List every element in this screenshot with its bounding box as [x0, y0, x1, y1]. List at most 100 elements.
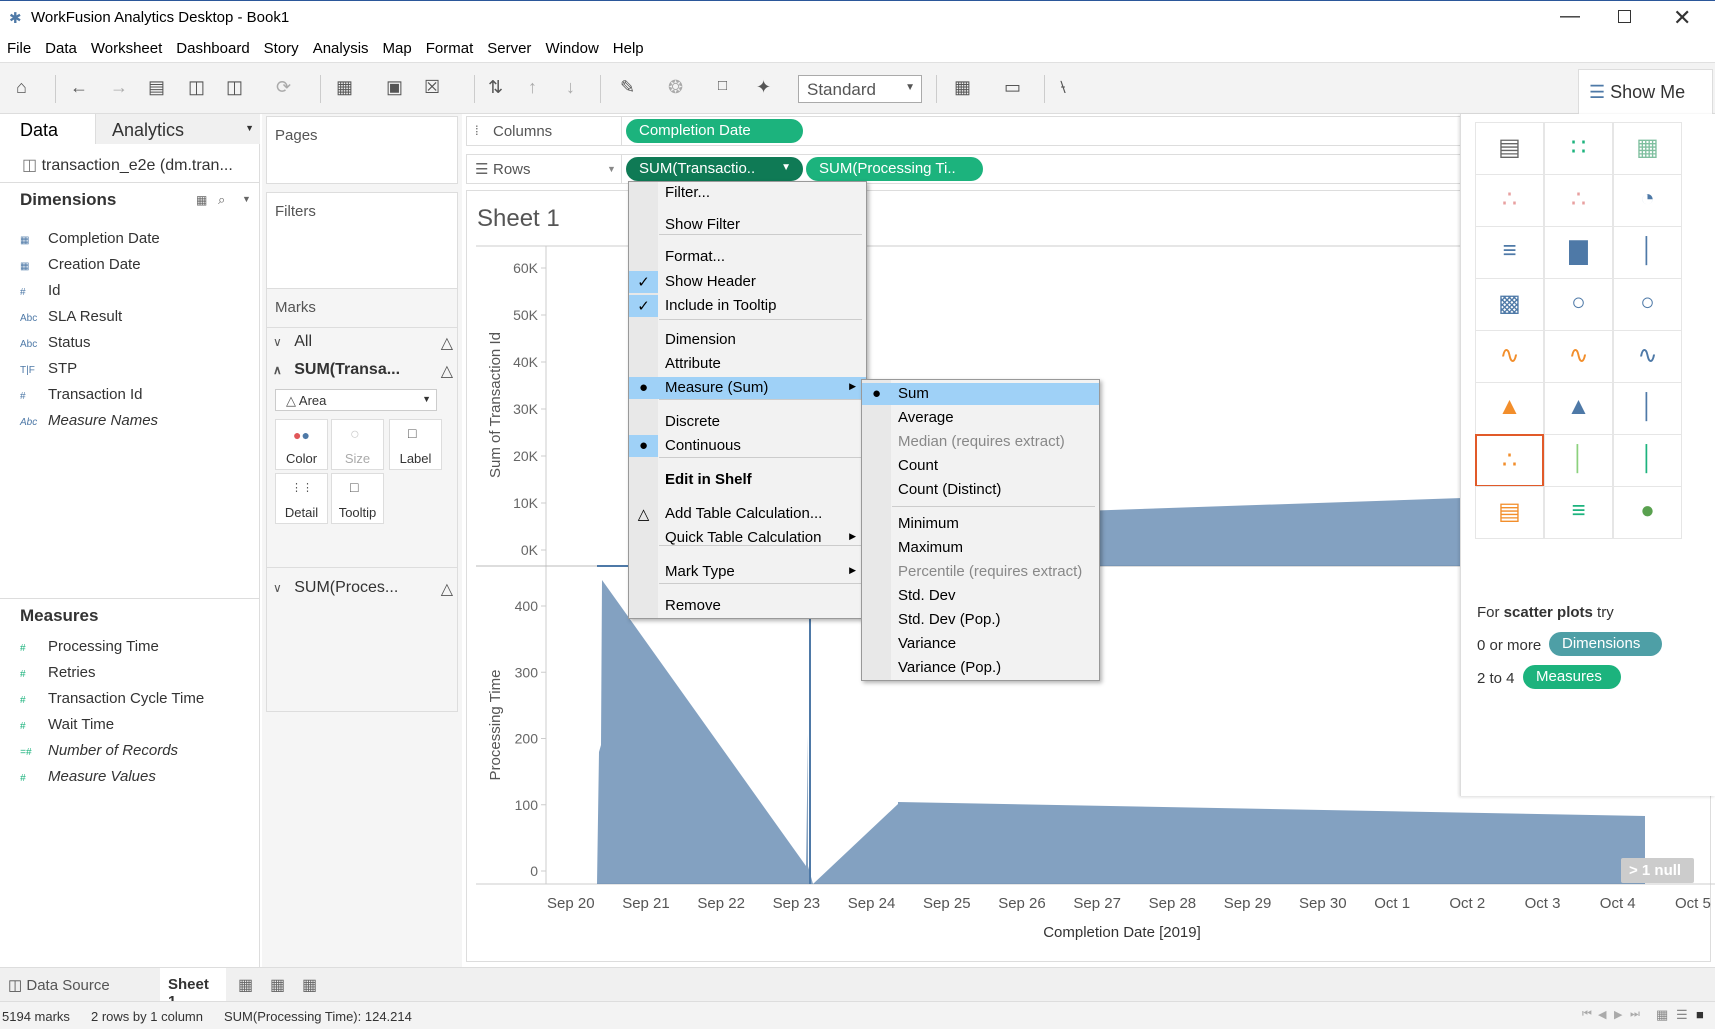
- new-story-icon[interactable]: ▦: [302, 975, 317, 995]
- y-tick-label: 200: [515, 731, 539, 747]
- chart-type-icon: ∿: [1637, 342, 1658, 369]
- submenu-item[interactable]: Std. Dev (Pop.): [862, 609, 1099, 631]
- submenu-item[interactable]: Count (Distinct): [862, 479, 1099, 501]
- menu-check-icon: ✓: [629, 271, 658, 293]
- x-tick-label: Sep 21: [622, 895, 670, 912]
- chart-type-thumbnail[interactable]: ▲: [1544, 382, 1613, 435]
- chart-type-thumbnail[interactable]: ∴: [1475, 174, 1544, 227]
- context-menu-item[interactable]: △ Add Table Calculation...: [629, 503, 866, 525]
- x-tick-label: Sep 23: [772, 895, 821, 912]
- submenu-item[interactable]: Variance: [862, 633, 1099, 655]
- x-axis-title: Completion Date [2019]: [1043, 924, 1201, 941]
- chart-type-thumbnail[interactable]: ∷: [1544, 122, 1613, 175]
- menu-check-icon: ✓: [629, 295, 658, 317]
- y-tick-label: 100: [515, 797, 539, 813]
- context-menu-item[interactable]: ● Measure (Sum) ▶: [629, 377, 866, 399]
- grid-view-icon[interactable]: ▦: [1656, 1007, 1668, 1023]
- chart-type-thumbnail[interactable]: ▇: [1544, 226, 1613, 279]
- context-menu-item[interactable]: Show Filter: [629, 214, 866, 236]
- film-view-icon[interactable]: ■: [1696, 1007, 1704, 1022]
- context-menu-item-label: Format...: [665, 248, 726, 265]
- chart-type-icon: ∴: [1501, 186, 1518, 213]
- chart-type-thumbnail[interactable]: ∿: [1544, 330, 1613, 383]
- chart-type-thumbnail[interactable]: ◔: [1613, 174, 1682, 227]
- submenu-item[interactable]: Count: [862, 455, 1099, 477]
- chart-type-thumbnail[interactable]: ∿: [1475, 330, 1544, 383]
- context-menu-item[interactable]: ● Continuous: [629, 435, 866, 457]
- chart-type-thumbnail[interactable]: │: [1613, 434, 1682, 487]
- x-tick-label: Sep 28: [1148, 895, 1197, 912]
- context-menu-item[interactable]: Edit in Shelf: [629, 469, 866, 491]
- submenu-arrow-icon: ▶: [849, 565, 856, 575]
- submenu-item[interactable]: Std. Dev: [862, 585, 1099, 607]
- chart-type-thumbnail[interactable]: ≡: [1544, 486, 1613, 539]
- chart-type-icon: │: [1640, 445, 1655, 472]
- submenu-item-label: Minimum: [898, 515, 959, 532]
- chart-type-thumbnail[interactable]: ○: [1544, 278, 1613, 331]
- y-tick-label: 0: [530, 863, 538, 879]
- chart-type-thumbnail[interactable]: ●: [1613, 486, 1682, 539]
- chart-type-thumbnail[interactable]: ▦: [1613, 122, 1682, 175]
- nav-first-icon[interactable]: ⏮: [1582, 1008, 1592, 1021]
- chart-type-thumbnail[interactable]: ∴: [1475, 434, 1544, 487]
- submenu-item[interactable]: Variance (Pop.): [862, 657, 1099, 679]
- field-context-menu: Filter... Show Filter Format... ✓ Show Heade…: [628, 181, 867, 619]
- chart-type-thumbnail[interactable]: ○: [1613, 278, 1682, 331]
- chart-type-thumbnail[interactable]: │: [1613, 382, 1682, 435]
- chart-type-icon: ●: [1640, 497, 1655, 524]
- context-menu-item-label: Show Header: [665, 273, 756, 290]
- chart-type-icon: ≡: [1502, 237, 1517, 264]
- chart-type-thumbnail[interactable]: │: [1613, 226, 1682, 279]
- submenu-item-label: Sum: [898, 385, 929, 402]
- submenu-item-label: Variance (Pop.): [898, 659, 1002, 676]
- context-menu-item[interactable]: ✓ Show Header: [629, 271, 866, 293]
- new-dashboard-icon[interactable]: ▦: [270, 975, 285, 995]
- nav-next-icon[interactable]: ▶: [1614, 1008, 1622, 1021]
- x-tick-label: Oct 1: [1374, 895, 1411, 912]
- context-menu-item[interactable]: Mark Type ▶: [629, 561, 866, 583]
- context-menu-item[interactable]: Remove: [629, 595, 866, 617]
- y-tick-label: 400: [515, 598, 539, 614]
- context-menu-item[interactable]: Filter...: [629, 182, 866, 204]
- chart-type-icon: ◔: [1640, 185, 1655, 212]
- chart-type-thumbnail[interactable]: ▲: [1475, 382, 1544, 435]
- y-tick-label: 300: [515, 664, 539, 680]
- chart-type-thumbnail[interactable]: │: [1544, 434, 1613, 487]
- tab-data-source[interactable]: ◫ Data Source: [8, 976, 110, 994]
- null-indicator[interactable]: > 1 null: [1621, 858, 1694, 883]
- submenu-item[interactable]: Average: [862, 407, 1099, 429]
- chart-type-thumbnail[interactable]: ∿: [1613, 330, 1682, 383]
- status-bar: 5194 marks 2 rows by 1 column SUM(Proces…: [0, 1001, 1715, 1029]
- chart-type-thumbnail[interactable]: ▤: [1475, 122, 1544, 175]
- submenu-item[interactable]: Percentile (requires extract): [862, 561, 1099, 583]
- tab-sheet-1[interactable]: Sheet 1: [160, 968, 226, 1010]
- hint-prefix: For: [1477, 604, 1504, 621]
- submenu-item[interactable]: Maximum: [862, 537, 1099, 559]
- context-menu-item[interactable]: Discrete: [629, 411, 866, 433]
- chart-type-thumbnail[interactable]: ▩: [1475, 278, 1544, 331]
- list-view-icon[interactable]: ☰: [1676, 1007, 1688, 1023]
- nav-last-icon[interactable]: ⏭: [1630, 1008, 1640, 1021]
- chart-type-icon: ∷: [1570, 134, 1587, 161]
- chart-type-thumbnail[interactable]: ∴: [1544, 174, 1613, 227]
- context-menu-item[interactable]: Attribute: [629, 353, 866, 375]
- nav-prev-icon[interactable]: ◀: [1598, 1008, 1606, 1021]
- measures-pill: Measures: [1523, 665, 1621, 689]
- chart-type-icon: │: [1571, 445, 1586, 472]
- status-sum: SUM(Processing Time): 124.214: [224, 1009, 412, 1024]
- submenu-item[interactable]: Minimum: [862, 513, 1099, 535]
- chart-type-icon: ∿: [1499, 342, 1520, 369]
- submenu-item[interactable]: Median (requires extract): [862, 431, 1099, 453]
- chart-type-thumbnail[interactable]: ▤: [1475, 486, 1544, 539]
- x-tick-label: Sep 27: [1073, 895, 1121, 912]
- chart-type-icon: ▲: [1497, 393, 1522, 420]
- chart-type-thumbnail[interactable]: ≡: [1475, 226, 1544, 279]
- context-menu-item[interactable]: ✓ Include in Tooltip: [629, 295, 866, 317]
- context-menu-item[interactable]: Format...: [629, 246, 866, 268]
- context-menu-item[interactable]: Dimension: [629, 329, 866, 351]
- submenu-item[interactable]: ● Sum: [862, 383, 1099, 405]
- new-worksheet-icon[interactable]: ▦: [238, 975, 253, 995]
- show-me-panel: ▤ ∷ ▦ ∴ ∴ ◔ ≡ ▇ │ ▩ ○ ○ ∿ ∿ ∿ ▲ ▲ │ ∴ │ │ ▤ ≡ ● For scatter plo…: [1460, 114, 1715, 796]
- context-menu-item-label: Mark Type: [665, 563, 735, 580]
- x-tick-label: Sep 24: [847, 895, 896, 912]
